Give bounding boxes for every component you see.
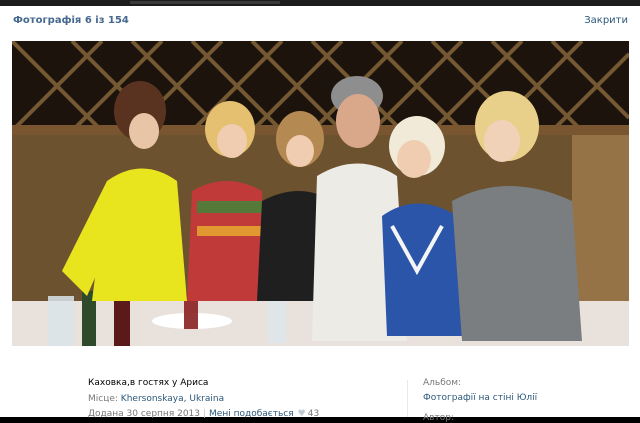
bottle (114, 296, 130, 346)
close-button[interactable]: Закрити (584, 15, 628, 26)
author-label: Автор: (423, 413, 454, 423)
like-count: 43 (307, 409, 320, 419)
photo-image (12, 41, 629, 346)
photo-description: Каховка,в гостях у Ариса (88, 378, 209, 388)
photo[interactable] (12, 41, 629, 346)
heart-icon[interactable]: ♥ (294, 409, 308, 419)
viewer-header: Фотографія 6 із 154 Закрити (0, 6, 640, 36)
separator: | (203, 409, 207, 419)
place-link[interactable]: Khersonskaya, Ukraina (121, 394, 224, 404)
upload-date: Додана 30 серпня 2013 (88, 409, 200, 419)
album-label: Альбом: (423, 378, 462, 388)
photo-counter: Фотографія 6 із 154 (13, 15, 129, 26)
info-divider (407, 380, 408, 417)
photo-viewer: Фотографія 6 із 154 Закрити Каховка,в го… (0, 6, 640, 423)
photo-dateline: Додана 30 серпня 2013 | Мені подобається ♥ 4… (88, 409, 319, 419)
photo-place: Місце: Khersonskaya, Ukraina (88, 394, 224, 404)
like-button[interactable]: Мені подобається (209, 409, 294, 419)
album-link[interactable]: Фотографії на стіні Юлії (423, 393, 537, 403)
photo-info: Каховка,в гостях у Ариса Місце: Khersons… (0, 346, 640, 423)
top-bar-accent (130, 1, 280, 4)
bamboo-wall-right (572, 135, 629, 305)
place-label: Місце: (88, 394, 118, 404)
bottle (48, 296, 74, 346)
